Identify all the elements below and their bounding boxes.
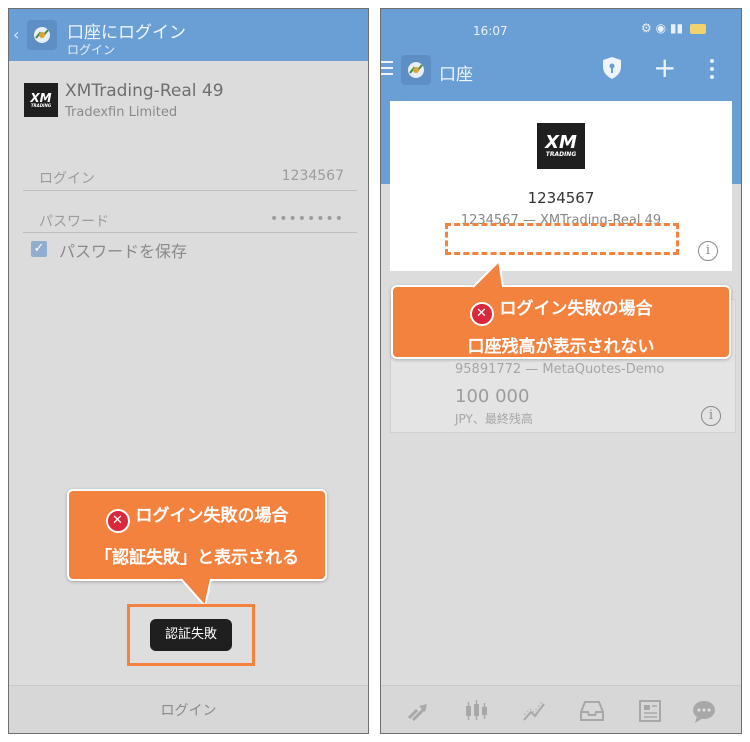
error-icon: ✕ <box>469 302 494 326</box>
quotes-icon[interactable] <box>405 698 431 724</box>
login-screen: ‹ 口座にログイン ログイン XM TRADING XMTrading-Real… <box>8 8 369 734</box>
account-balance: 100 000 <box>455 386 530 407</box>
toast-highlight: 認証失敗 <box>127 604 255 666</box>
auth-failed-toast: 認証失敗 <box>150 619 232 651</box>
shield-icon[interactable] <box>601 56 623 80</box>
password-field-label: パスワード <box>39 214 109 230</box>
callout-pointer <box>472 259 504 288</box>
login-button[interactable]: ログイン <box>9 700 368 720</box>
save-password-label: パスワードを保存 <box>59 242 188 261</box>
page-title: 口座 <box>439 65 473 85</box>
login-header: ‹ 口座にログイン ログイン <box>9 9 368 61</box>
page-subtitle: ログイン <box>67 43 116 57</box>
bottom-nav <box>381 685 741 733</box>
app-icon <box>401 55 431 85</box>
error-callout: ✕ ログイン失敗の場合 「認証失敗」と表示される <box>67 489 327 581</box>
bottom-bar: ログイン <box>9 685 368 733</box>
login-field[interactable]: 1234567 <box>282 168 344 184</box>
app-icon <box>27 20 57 50</box>
account-server: 95891772 — MetaQuotes-Demo <box>455 362 665 377</box>
balance-caption: JPY、最終残高 <box>455 412 533 426</box>
login-field-label: ログイン <box>39 171 95 187</box>
page-title: 口座にログイン <box>67 23 186 43</box>
company-name: Tradexfin Limited <box>65 105 178 120</box>
status-time: 16:07 <box>473 24 508 38</box>
account-number: 1234567 <box>527 189 595 207</box>
news-icon[interactable] <box>637 698 663 724</box>
error-icon: ✕ <box>105 509 130 533</box>
password-field[interactable]: •••••••• <box>270 211 344 227</box>
xm-logo: XM TRADING <box>537 123 585 169</box>
status-icons: ⚙ ◉ ▮▮ <box>641 21 706 35</box>
chat-icon[interactable] <box>691 698 717 724</box>
xm-logo: XM TRADING <box>24 83 58 117</box>
info-icon[interactable]: i <box>701 406 721 426</box>
back-icon[interactable]: ‹ <box>13 25 19 44</box>
battery-icon <box>689 23 706 34</box>
password-field-underline <box>23 232 357 233</box>
plus-icon[interactable]: + <box>653 54 676 82</box>
chart-icon[interactable] <box>463 698 489 724</box>
menu-icon[interactable] <box>381 61 393 75</box>
save-password-checkbox[interactable]: ✓ <box>31 241 47 257</box>
trade-icon[interactable] <box>521 698 547 724</box>
server-name: XMTrading-Real 49 <box>65 81 224 101</box>
more-icon[interactable] <box>710 59 714 83</box>
current-account-card[interactable]: XM TRADING 1234567 1234567 — XMTrading-R… <box>390 101 732 271</box>
error-callout: ✕ ログイン失敗の場合 口座残高が表示されない <box>391 285 731 359</box>
info-icon[interactable]: i <box>698 241 718 261</box>
missing-balance-highlight <box>445 223 679 255</box>
accounts-screen: 16:07 ⚙ ◉ ▮▮ 口座 + XM TRADING 1234567 123… <box>380 8 742 734</box>
login-field-underline <box>23 190 357 191</box>
history-icon[interactable] <box>579 698 605 724</box>
